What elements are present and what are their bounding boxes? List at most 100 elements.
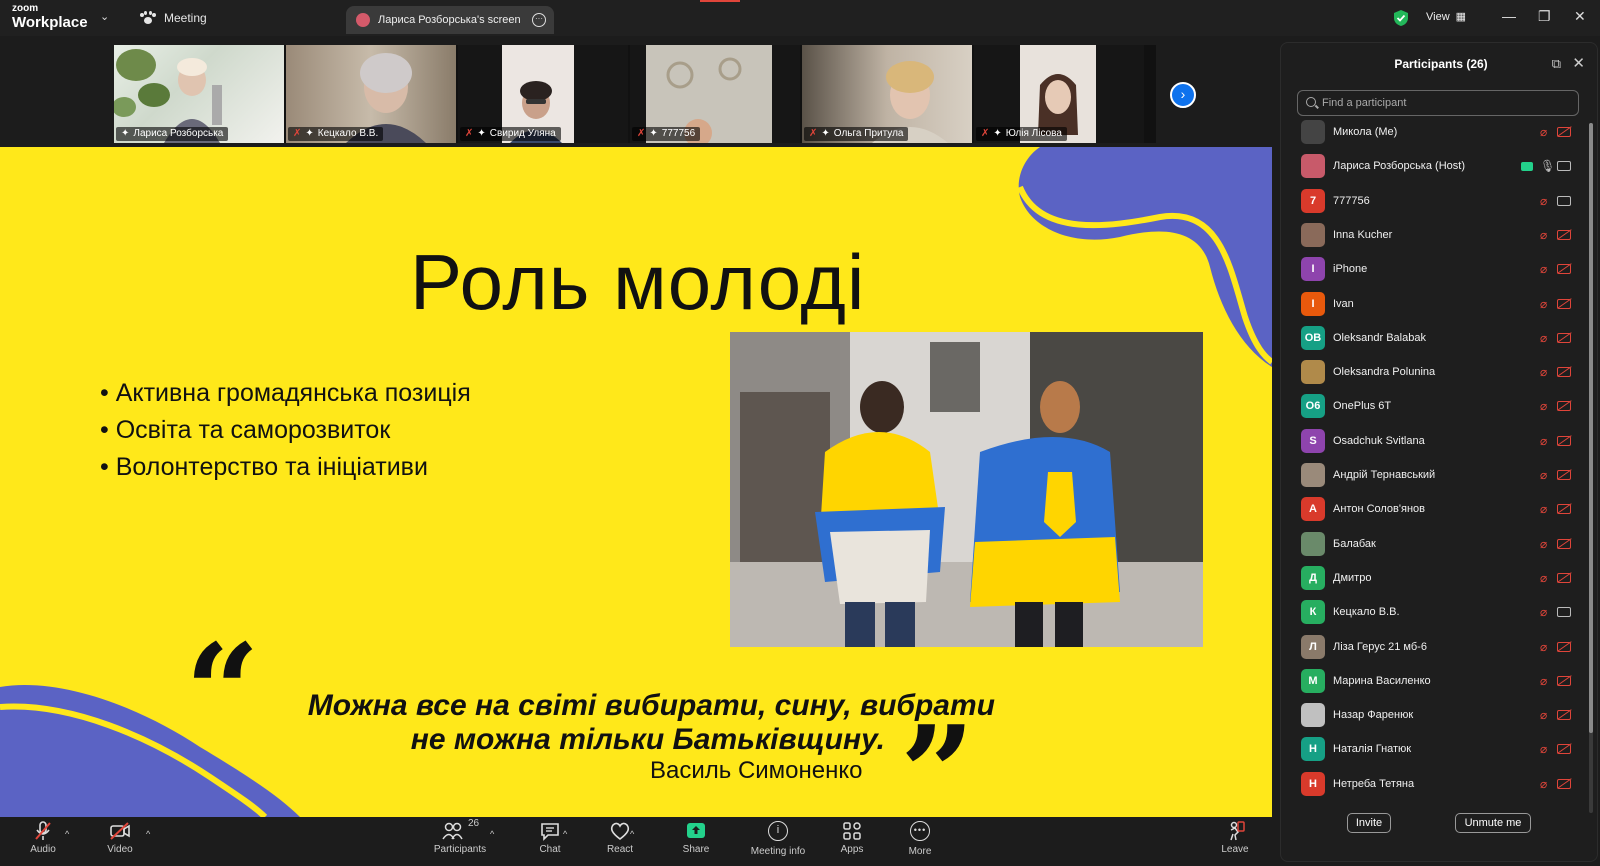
camera-off-icon[interactable]	[1557, 538, 1571, 549]
camera-icon[interactable]	[1557, 161, 1571, 172]
mic-muted-icon[interactable]: ⌀	[1540, 777, 1547, 791]
participant-row[interactable]: Oleksandra Polunina ⌀	[1281, 355, 1587, 389]
participant-row[interactable]: А Антон Солов'янов ⌀	[1281, 492, 1587, 526]
scrollbar-thumb[interactable]	[1589, 123, 1593, 733]
chat-button[interactable]: Chat	[520, 819, 580, 855]
search-input[interactable]: Find a participant	[1297, 90, 1579, 116]
leave-button[interactable]: Leave	[1205, 819, 1265, 855]
camera-off-icon[interactable]	[1557, 675, 1571, 686]
camera-off-icon[interactable]	[1557, 435, 1571, 446]
participant-row[interactable]: Н Нетреба Тетяна ⌀	[1281, 767, 1587, 801]
close-icon[interactable]: ✕	[1572, 54, 1585, 72]
participant-row[interactable]: S Osadchuk Svitlana ⌀	[1281, 424, 1587, 458]
participant-row[interactable]: Лариса Розборська (Host) 🎙	[1281, 149, 1587, 183]
video-tile[interactable]: ✗ ✦ Ольга Притула	[802, 45, 972, 143]
camera-off-icon[interactable]	[1557, 401, 1571, 412]
participant-row[interactable]: Inna Kucher ⌀	[1281, 218, 1587, 252]
camera-off-icon[interactable]	[1557, 298, 1571, 309]
camera-off-icon[interactable]	[1557, 710, 1571, 721]
mic-muted-icon[interactable]: ⌀	[1540, 399, 1547, 413]
popout-icon[interactable]: ⧉	[1552, 56, 1561, 72]
participant-row[interactable]: Балабак ⌀	[1281, 527, 1587, 561]
invite-button[interactable]: Invite	[1347, 813, 1391, 833]
chat-label: Chat	[539, 844, 561, 855]
camera-off-icon[interactable]	[1557, 744, 1571, 755]
chevron-down-icon[interactable]: ⌄	[100, 10, 109, 23]
participant-row[interactable]: Д Дмитро ⌀	[1281, 561, 1587, 595]
share-button[interactable]: Share	[666, 819, 726, 855]
mic-muted-icon[interactable]: ⌀	[1540, 674, 1547, 688]
camera-off-icon[interactable]	[1557, 572, 1571, 583]
view-button[interactable]: View ▦	[1426, 10, 1466, 24]
unmute-me-button[interactable]: Unmute me	[1455, 813, 1531, 833]
audio-button[interactable]: Audio	[13, 819, 73, 855]
meeting-info-button[interactable]: i Meeting info	[748, 819, 808, 857]
participants-button[interactable]: 26 Participants	[430, 818, 490, 855]
audio-options-chevron-icon[interactable]: ^	[65, 829, 69, 839]
mic-muted-icon[interactable]: ⌀	[1540, 708, 1547, 722]
participant-row[interactable]: O6 OnePlus 6T ⌀	[1281, 389, 1587, 423]
zoom-logo[interactable]: zoom Workplace	[12, 4, 92, 31]
mic-muted-icon[interactable]: ⌀	[1540, 297, 1547, 311]
camera-off-icon[interactable]	[1557, 470, 1571, 480]
video-tile[interactable]: ✗ ✦ Кецкало В.В.	[286, 45, 456, 143]
participant-row[interactable]: К Кецкало В.В. ⌀	[1281, 595, 1587, 629]
mic-muted-icon[interactable]: ⌀	[1540, 434, 1547, 448]
camera-off-icon[interactable]	[1557, 641, 1571, 652]
mic-muted-icon[interactable]: ⌀	[1540, 262, 1547, 276]
mic-muted-icon[interactable]: ⌀	[1540, 537, 1547, 551]
camera-off-icon[interactable]	[1557, 229, 1571, 240]
participant-row[interactable]: I Ivan ⌀	[1281, 287, 1587, 321]
participant-row[interactable]: OB Oleksandr Balabak ⌀	[1281, 321, 1587, 355]
participant-row[interactable]: М Марина Василенко ⌀	[1281, 664, 1587, 698]
participant-avatar	[1301, 154, 1325, 179]
camera-off-icon[interactable]	[1557, 778, 1571, 789]
participant-row[interactable]: Назар Фаренюк ⌀	[1281, 698, 1587, 732]
camera-off-icon[interactable]	[1557, 127, 1571, 137]
participant-row[interactable]: Андрій Тернавський ⌀	[1281, 458, 1587, 492]
mic-icon[interactable]: 🎙	[1540, 159, 1555, 173]
mic-muted-icon[interactable]: ⌀	[1540, 125, 1547, 139]
maximize-icon[interactable]: ❐	[1538, 8, 1551, 25]
participant-row[interactable]: Микола (Me) ⌀	[1281, 115, 1587, 149]
more-options-icon[interactable]: ···	[532, 13, 546, 27]
react-options-chevron-icon[interactable]: ^	[630, 829, 634, 839]
close-window-icon[interactable]: ✕	[1574, 8, 1586, 25]
camera-icon[interactable]	[1557, 195, 1571, 206]
react-button[interactable]: React	[590, 819, 650, 855]
mic-muted-icon[interactable]: ⌀	[1540, 742, 1547, 756]
mic-muted-icon[interactable]: ⌀	[1540, 228, 1547, 242]
participant-row[interactable]: IiPhone ⌀	[1281, 252, 1587, 286]
video-options-chevron-icon[interactable]: ^	[146, 829, 150, 839]
video-button[interactable]: Video	[90, 819, 150, 855]
video-tile[interactable]: ✦ Лариса Розборська	[114, 45, 284, 143]
mic-muted-icon[interactable]: ⌀	[1540, 194, 1547, 208]
participant-row[interactable]: 7 777756 ⌀	[1281, 184, 1587, 218]
meeting-tab[interactable]: Meeting	[140, 8, 207, 28]
participant-row[interactable]: Н Наталія Гнатюк ⌀	[1281, 732, 1587, 766]
video-tile[interactable]: ✗ ✦ Юлія Лісова	[974, 45, 1144, 143]
mic-muted-icon[interactable]: ⌀	[1540, 571, 1547, 585]
screen-share-tab[interactable]: Лариса Розборська's screen ···	[346, 6, 554, 34]
mic-muted-icon[interactable]: ⌀	[1540, 640, 1547, 654]
apps-button[interactable]: Apps	[822, 819, 882, 855]
camera-off-icon[interactable]	[1557, 332, 1571, 343]
camera-off-icon[interactable]	[1557, 367, 1571, 378]
mic-muted-icon[interactable]: ⌀	[1540, 331, 1547, 345]
participants-options-chevron-icon[interactable]: ^	[490, 829, 494, 839]
video-tile[interactable]: ✗ ✦ 777756	[630, 45, 800, 143]
shield-icon[interactable]	[1393, 9, 1409, 27]
mic-muted-icon[interactable]: ⌀	[1540, 502, 1547, 516]
camera-off-icon[interactable]	[1557, 504, 1571, 515]
minimize-icon[interactable]: —	[1502, 8, 1516, 24]
mic-muted-icon[interactable]: ⌀	[1540, 468, 1547, 482]
next-page-arrow-icon[interactable]: ›	[1170, 82, 1196, 108]
participant-row[interactable]: Л Ліза Герус 21 мб-6 ⌀	[1281, 630, 1587, 664]
more-button[interactable]: ••• More	[890, 819, 950, 857]
camera-off-icon[interactable]	[1557, 264, 1571, 275]
chat-options-chevron-icon[interactable]: ^	[563, 829, 567, 839]
mic-muted-icon[interactable]: ⌀	[1540, 605, 1547, 619]
video-tile[interactable]: ✗ ✦ Свирид Уляна	[458, 45, 628, 143]
mic-muted-icon[interactable]: ⌀	[1540, 365, 1547, 379]
camera-icon[interactable]	[1557, 607, 1571, 618]
